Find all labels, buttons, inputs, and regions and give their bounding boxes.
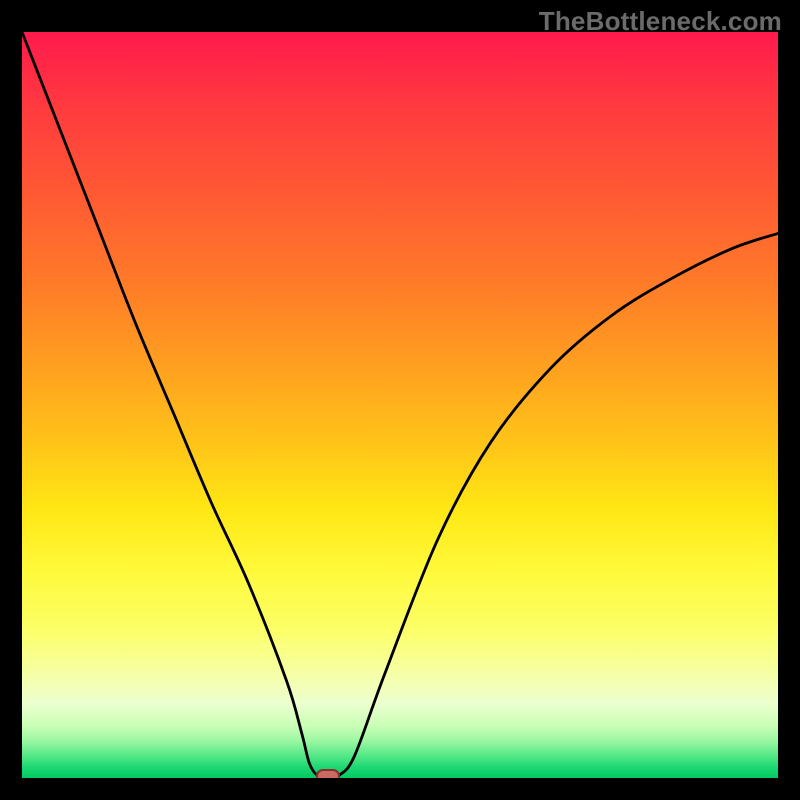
chart-frame: TheBottleneck.com [0, 0, 800, 800]
plot-area [22, 32, 778, 778]
curve-svg [22, 32, 778, 778]
optimal-marker [316, 769, 340, 778]
bottleneck-curve [22, 32, 778, 777]
